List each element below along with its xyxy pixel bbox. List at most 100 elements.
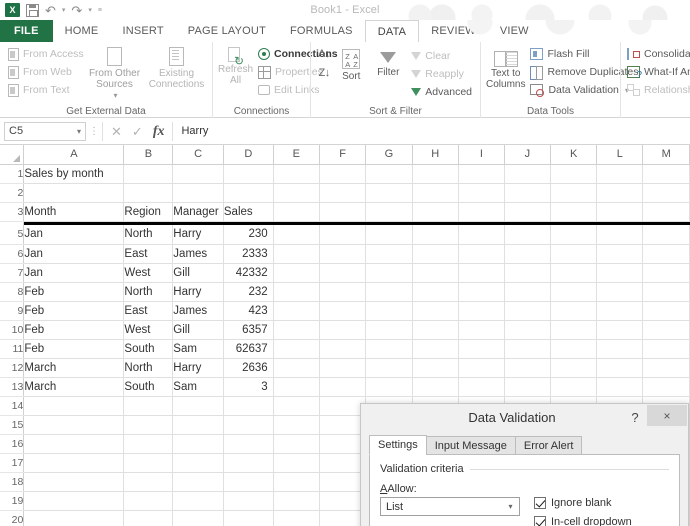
spreadsheet-grid[interactable]: A B C D E F G H I J K L M 1 Sales by mon… [0,145,690,526]
cell-G8[interactable] [365,282,413,302]
cell-B6[interactable]: East [123,244,174,264]
cell-H3[interactable] [412,202,459,222]
cell-I5[interactable] [458,225,505,245]
cell-C3[interactable]: Manager [172,202,224,222]
cell-F2[interactable] [319,183,367,203]
sort-button[interactable]: ZA AZ Sort [334,47,368,82]
cell-I7[interactable] [458,263,505,283]
cancel-formula-icon[interactable]: ✕ [111,125,122,138]
cell-L6[interactable] [596,244,644,264]
cell-F12[interactable] [319,358,367,378]
cell-L1[interactable] [596,164,644,184]
cell-L11[interactable] [596,339,644,359]
cell-D14[interactable] [223,396,274,416]
cell-A19[interactable] [23,491,125,511]
cell-D1[interactable] [223,164,274,184]
cell-I13[interactable] [458,377,505,397]
cell-B5[interactable]: North [123,225,174,245]
from-text-button[interactable]: From Text [5,81,83,99]
data-validation-dialog[interactable]: Data Validation ? × Settings Input Messa… [360,403,689,526]
cell-A10[interactable]: Feb [23,320,125,340]
column-header-E[interactable]: E [273,145,320,165]
cell-H6[interactable] [412,244,459,264]
cell-C18[interactable] [172,472,224,492]
select-all-corner[interactable] [0,145,25,165]
cell-B12[interactable]: North [123,358,174,378]
column-header-B[interactable]: B [123,145,174,165]
cell-J3[interactable] [504,202,551,222]
cell-I10[interactable] [458,320,505,340]
cell-C20[interactable] [172,510,224,526]
cell-E17[interactable] [273,453,320,473]
cell-C6[interactable]: James [172,244,224,264]
row-header-11[interactable]: 11 [0,339,25,359]
from-other-sources-button[interactable]: From Other Sources ▾ [85,45,144,101]
tab-settings[interactable]: Settings [369,435,427,455]
cell-L13[interactable] [596,377,644,397]
cell-C9[interactable]: James [172,301,224,321]
cell-E12[interactable] [273,358,320,378]
row-header-8[interactable]: 8 [0,282,25,302]
cell-J10[interactable] [504,320,551,340]
cell-L5[interactable] [596,225,644,245]
enter-formula-icon[interactable]: ✓ [132,125,143,138]
cell-C13[interactable]: Sam [172,377,224,397]
row-header-2[interactable]: 2 [0,183,25,203]
cell-H7[interactable] [412,263,459,283]
row-header-19[interactable]: 19 [0,491,25,511]
cell-E7[interactable] [273,263,320,283]
cell-I6[interactable] [458,244,505,264]
cell-G10[interactable] [365,320,413,340]
cell-D3[interactable]: Sales [223,202,274,222]
cell-D13[interactable]: 3 [223,377,274,397]
tab-home[interactable]: HOME [53,20,111,42]
table-row[interactable]: 5 Jan North Harry 230 [0,225,690,245]
cell-L3[interactable] [596,202,644,222]
cell-L2[interactable] [596,183,644,203]
row-header-15[interactable]: 15 [0,415,25,435]
cell-J7[interactable] [504,263,551,283]
cell-G3[interactable] [365,202,413,222]
allow-select[interactable]: List ▾ [380,497,520,516]
cell-E3[interactable] [273,202,320,222]
row-header-17[interactable]: 17 [0,453,25,473]
column-header-K[interactable]: K [550,145,598,165]
table-row[interactable]: 12 March North Harry 2636 [0,358,690,378]
cell-H1[interactable] [412,164,459,184]
cell-K2[interactable] [550,183,598,203]
cell-A3[interactable]: Month [23,202,125,222]
cell-B9[interactable]: East [123,301,174,321]
cell-H9[interactable] [412,301,459,321]
cell-F3[interactable] [319,202,367,222]
cell-B1[interactable] [123,164,174,184]
cell-K5[interactable] [550,225,598,245]
row-header-16[interactable]: 16 [0,434,25,454]
dialog-tabs[interactable]: Settings Input Message Error Alert [369,435,680,455]
cell-M10[interactable] [642,320,690,340]
cell-B14[interactable] [123,396,174,416]
cell-K12[interactable] [550,358,598,378]
cell-G7[interactable] [365,263,413,283]
cell-G2[interactable] [365,183,413,203]
cell-A20[interactable] [23,510,125,526]
cell-E19[interactable] [273,491,320,511]
cell-C19[interactable] [172,491,224,511]
cell-A5[interactable]: Jan [23,225,125,245]
table-row[interactable]: 7 Jan West Gill 42332 [0,263,690,283]
cell-H10[interactable] [412,320,459,340]
cell-B13[interactable]: South [123,377,174,397]
cell-C1[interactable] [172,164,224,184]
cell-J12[interactable] [504,358,551,378]
advanced-filter-button[interactable]: Advanced [408,83,475,101]
cell-D15[interactable] [223,415,274,435]
table-row[interactable]: 6 Jan East James 2333 [0,244,690,264]
cell-A16[interactable] [23,434,125,454]
cell-A6[interactable]: Jan [23,244,125,264]
cell-J11[interactable] [504,339,551,359]
column-header-C[interactable]: C [172,145,224,165]
cell-B7[interactable]: West [123,263,174,283]
cell-B20[interactable] [123,510,174,526]
table-row[interactable]: 3 Month Region Manager Sales [0,202,690,222]
sort-descending-icon[interactable]: Z↓ [318,68,330,79]
row-header-10[interactable]: 10 [0,320,25,340]
